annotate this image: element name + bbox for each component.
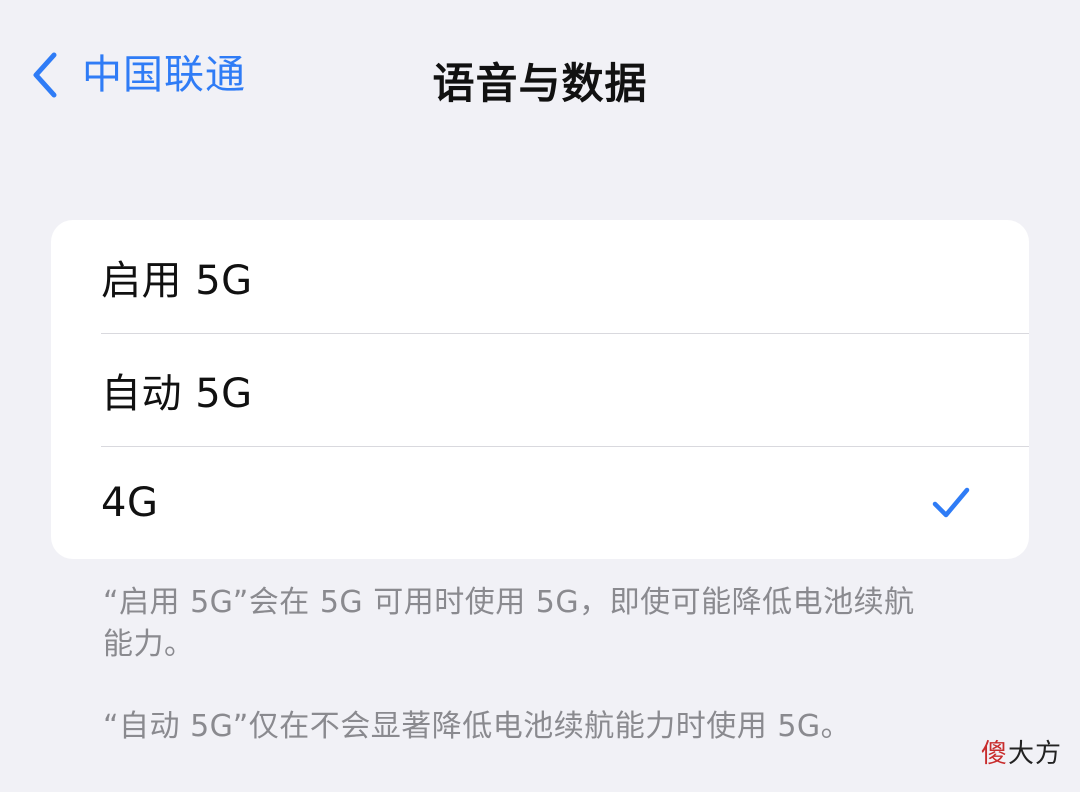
settings-page: 中国联通 语音与数据 启用 5G 自动 5G 4G “启用 5G”会在 5G 可…	[0, 0, 1080, 792]
option-row-auto-5g[interactable]: 自动 5G	[51, 333, 1029, 446]
network-options-list: 启用 5G 自动 5G 4G	[51, 220, 1029, 559]
footer-notes: “启用 5G”会在 5G 可用时使用 5G，即使可能降低电池续航能力。 “自动 …	[103, 582, 923, 748]
option-row-4g[interactable]: 4G	[51, 446, 1029, 559]
option-row-enable-5g[interactable]: 启用 5G	[51, 220, 1029, 333]
checkmark-icon	[931, 483, 971, 523]
navigation-bar: 中国联通 语音与数据	[0, 0, 1080, 150]
watermark-accent: 傻	[980, 739, 1008, 769]
watermark: 傻大方	[981, 733, 1062, 770]
page-title: 语音与数据	[432, 59, 648, 108]
auto-5g-note: “自动 5G”仅在不会显著降低电池续航能力时使用 5G。	[103, 709, 852, 744]
option-label: 自动 5G	[101, 370, 253, 417]
option-label: 启用 5G	[101, 257, 253, 304]
enable-5g-note: “启用 5G”会在 5G 可用时使用 5G，即使可能降低电池续航能力。	[103, 585, 915, 662]
option-label: 4G	[101, 479, 159, 526]
watermark-rest: 大方	[1007, 739, 1062, 769]
